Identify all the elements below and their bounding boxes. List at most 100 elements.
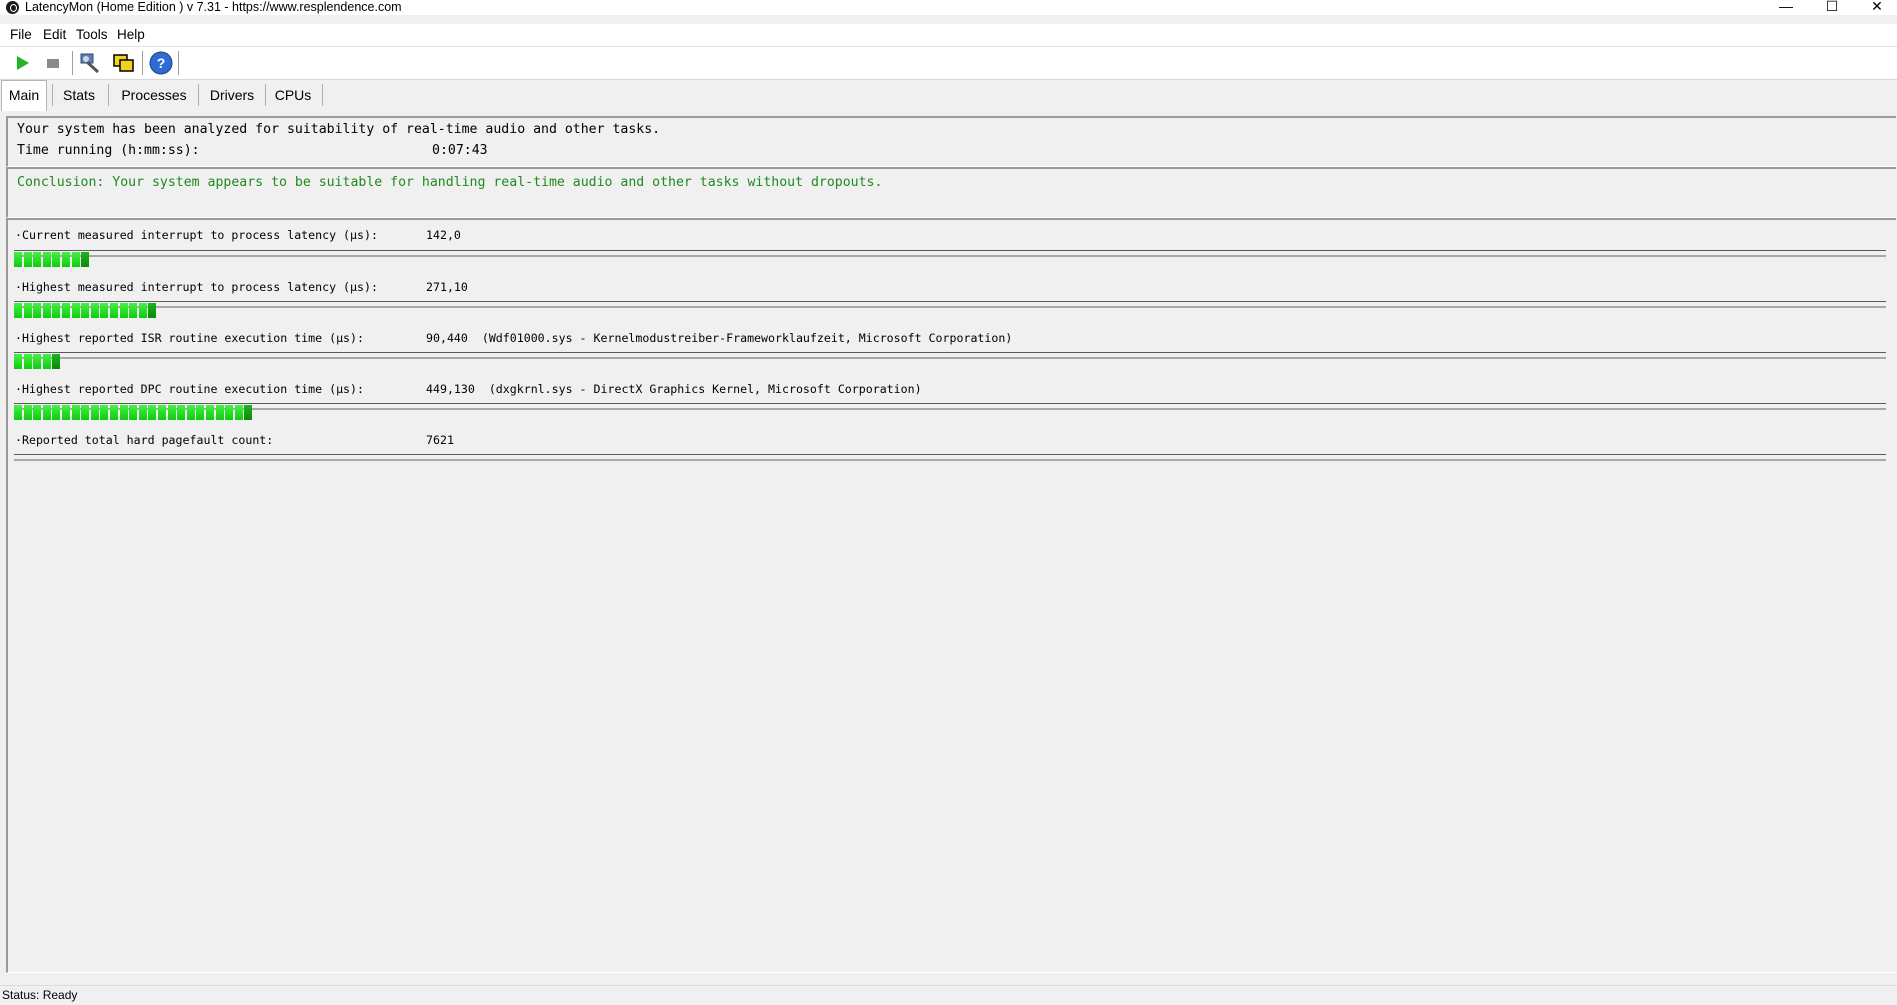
bar-segment <box>33 303 42 318</box>
bar-segment <box>81 252 90 267</box>
menu-help[interactable]: Help <box>117 25 145 45</box>
bar-segment <box>81 303 90 318</box>
highest-latency-label: ·Highest measured interrupt to process l… <box>15 280 378 294</box>
start-button[interactable] <box>9 50 35 76</box>
bar-segment <box>244 405 253 420</box>
tab-drivers[interactable]: Drivers <box>202 82 262 108</box>
bar-segment <box>167 405 176 420</box>
bar-segment <box>234 405 243 420</box>
bar-segment <box>52 252 61 267</box>
menu-file[interactable]: File <box>10 25 32 45</box>
bar-segment <box>71 252 80 267</box>
status-bar: Status: Ready <box>0 985 1897 1005</box>
dpc-time-bar <box>14 405 814 420</box>
dpc-time-value: 449,130 (dxgkrnl.sys - DirectX Graphics … <box>426 382 922 396</box>
options-button[interactable] <box>77 50 103 76</box>
app-icon <box>6 1 19 14</box>
time-running-value: 0:07:43 <box>432 143 488 158</box>
current-latency-bar <box>14 252 814 267</box>
toolbar-separator <box>178 51 179 75</box>
tab-cpus[interactable]: CPUs <box>268 82 318 108</box>
metrics-panel: ·Current measured interrupt to process l… <box>6 218 1896 973</box>
toolbar: ? <box>0 46 1897 80</box>
bar-segment <box>100 405 109 420</box>
bar-segment <box>138 303 147 318</box>
bar-segment <box>138 405 147 420</box>
toolbar-separator <box>142 51 143 75</box>
bar-segment <box>23 354 32 369</box>
bar-segment <box>196 405 205 420</box>
pagefault-value: 7621 <box>426 433 454 447</box>
bar-segment <box>119 303 128 318</box>
isr-time-value: 90,440 (Wdf01000.sys - Kernelmodustreibe… <box>426 331 1013 345</box>
bar-segment <box>90 405 99 420</box>
tab-strip: Main Stats Processes Drivers CPUs <box>0 80 1897 112</box>
help-icon: ? <box>149 51 173 75</box>
bar-segment <box>33 405 42 420</box>
play-icon <box>17 56 29 70</box>
tab-separator <box>198 84 199 106</box>
stop-icon <box>47 59 59 68</box>
maximize-button[interactable]: ☐ <box>1812 0 1852 15</box>
highest-latency-bar <box>14 303 814 318</box>
current-latency-label: ·Current measured interrupt to process l… <box>15 228 378 242</box>
menu-bar: File Edit Tools Help <box>0 24 1897 46</box>
bar-segment <box>177 405 186 420</box>
menu-tools[interactable]: Tools <box>76 25 108 45</box>
bar-segment <box>62 405 70 420</box>
bar-segment <box>148 303 157 318</box>
stop-button[interactable] <box>40 50 66 76</box>
isr-time-label: ·Highest reported ISR routine execution … <box>15 331 365 345</box>
bar-segment <box>14 252 22 267</box>
conclusion-panel: Conclusion: Your system appears to be su… <box>6 167 1896 218</box>
help-button[interactable]: ? <box>148 50 174 76</box>
close-button[interactable]: ✕ <box>1857 0 1897 15</box>
toolbar-separator <box>72 51 73 75</box>
tab-processes[interactable]: Processes <box>112 82 196 108</box>
bar-segment <box>158 405 166 420</box>
bar-segment <box>71 303 80 318</box>
metric-divider <box>14 454 1886 461</box>
bar-segment <box>33 354 42 369</box>
tab-separator <box>322 84 323 106</box>
wrench-icon <box>80 53 100 74</box>
bar-segment <box>23 252 32 267</box>
bar-segment <box>215 405 224 420</box>
bar-segment <box>110 405 118 420</box>
bar-segment <box>52 405 61 420</box>
conclusion-text: Conclusion: Your system appears to be su… <box>17 175 883 190</box>
minimize-button[interactable]: — <box>1766 0 1806 15</box>
status-text: Status: Ready <box>2 988 78 1002</box>
bar-segment <box>52 354 61 369</box>
bar-segment <box>90 303 99 318</box>
pagefault-label: ·Reported total hard pagefault count: <box>15 433 274 447</box>
bar-segment <box>148 405 157 420</box>
bar-segment <box>14 405 22 420</box>
bar-segment <box>100 303 109 318</box>
time-running-label: Time running (h:mm:ss): <box>17 143 200 158</box>
bar-segment <box>62 303 70 318</box>
windows-button[interactable] <box>110 50 136 76</box>
bar-segment <box>119 405 128 420</box>
menu-edit[interactable]: Edit <box>43 25 66 45</box>
tab-separator <box>108 84 109 106</box>
title-bar: LatencyMon (Home Edition ) v 7.31 - http… <box>0 0 1897 15</box>
bar-segment <box>129 303 138 318</box>
tab-main[interactable]: Main <box>1 80 47 111</box>
current-latency-value: 142,0 <box>426 228 461 242</box>
tab-separator <box>265 84 266 106</box>
tab-stats[interactable]: Stats <box>56 82 102 108</box>
bar-segment <box>129 405 138 420</box>
window-title: LatencyMon (Home Edition ) v 7.31 - http… <box>25 0 402 14</box>
bar-segment <box>225 405 234 420</box>
bar-segment <box>81 405 90 420</box>
bar-segment <box>42 303 51 318</box>
bar-segment <box>42 252 51 267</box>
bar-segment <box>52 303 61 318</box>
bar-segment <box>186 405 195 420</box>
analysis-panel: Your system has been analyzed for suitab… <box>6 116 1896 167</box>
tab-separator <box>52 84 53 106</box>
dpc-time-label: ·Highest reported DPC routine execution … <box>15 382 365 396</box>
bar-segment <box>62 252 70 267</box>
bar-segment <box>42 354 51 369</box>
